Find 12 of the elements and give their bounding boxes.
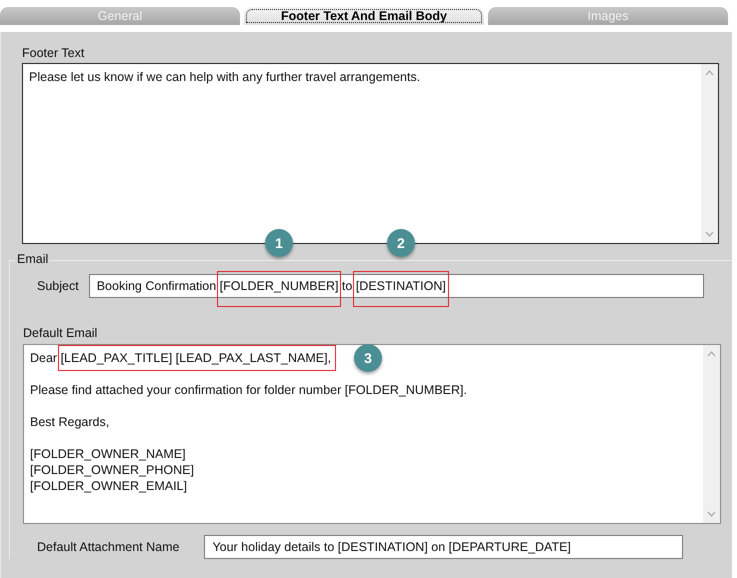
scroll-up-icon[interactable] — [707, 351, 716, 357]
footer-text-label: Footer Text — [22, 46, 86, 60]
attachment-name-label: Default Attachment Name — [37, 540, 180, 554]
subject-label: Subject — [37, 279, 79, 293]
scroll-down-icon[interactable] — [705, 231, 714, 237]
default-email-label: Default Email — [23, 326, 98, 340]
scroll-up-icon[interactable] — [705, 70, 714, 76]
email-group-title: Email — [15, 252, 50, 266]
attachment-name-field[interactable]: Your holiday details to [DESTINATION] on [DEPARTURE_DATE] — [204, 535, 684, 559]
tab[interactable]: Footer Text And Email Body — [244, 7, 484, 25]
scroll-down-icon[interactable] — [707, 511, 716, 517]
subject-field[interactable]: Booking Confirmation [FOLDER_NUMBER] to [DESTINATION] — [88, 274, 704, 298]
